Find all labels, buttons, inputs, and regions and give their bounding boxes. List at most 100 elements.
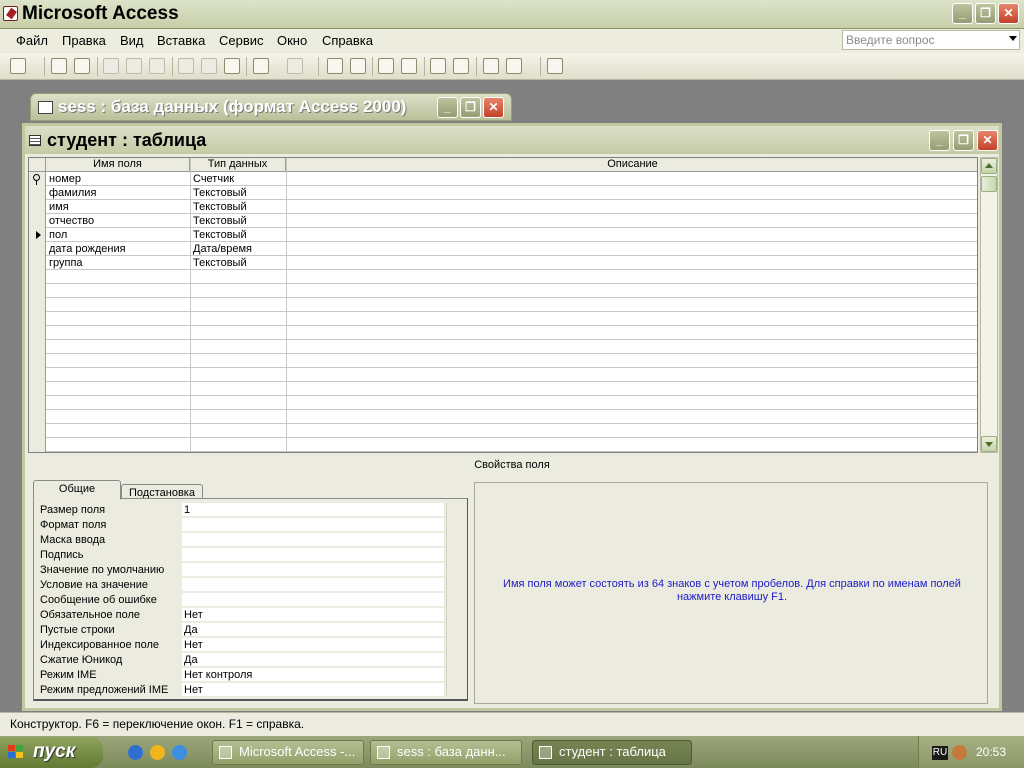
table-row[interactable]: дата рождения Дата/время bbox=[29, 242, 977, 256]
field-name-cell[interactable]: имя bbox=[49, 201, 189, 214]
table-row[interactable]: отчество Текстовый bbox=[29, 214, 977, 228]
row-selector[interactable] bbox=[29, 270, 46, 284]
print-icon[interactable] bbox=[103, 58, 119, 74]
table-row[interactable] bbox=[29, 382, 977, 396]
row-selector[interactable] bbox=[29, 382, 46, 396]
scroll-thumb[interactable] bbox=[981, 176, 997, 192]
property-value-field[interactable]: Нет контроля bbox=[182, 668, 444, 682]
menu-edit[interactable]: Правка bbox=[62, 33, 106, 48]
data-type-cell[interactable]: Текстовый bbox=[193, 229, 285, 242]
property-value-field[interactable] bbox=[182, 578, 444, 592]
property-value-field[interactable]: Нет bbox=[182, 638, 444, 652]
internet-explorer-icon[interactable] bbox=[128, 745, 143, 760]
table-row[interactable] bbox=[29, 270, 977, 284]
row-selector[interactable] bbox=[29, 368, 46, 382]
property-value-field[interactable]: Нет bbox=[182, 683, 444, 697]
db-restore-button[interactable]: ❐ bbox=[460, 97, 481, 118]
data-type-cell[interactable]: Дата/время bbox=[193, 243, 285, 256]
property-value-field[interactable]: Да bbox=[182, 653, 444, 667]
column-header-data-type[interactable]: Тип данных bbox=[190, 158, 286, 172]
property-value-field[interactable]: 1 bbox=[182, 503, 444, 517]
property-value-field[interactable]: Да bbox=[182, 623, 444, 637]
menu-file[interactable]: Файл bbox=[16, 33, 48, 48]
field-name-cell[interactable]: группа bbox=[49, 257, 189, 270]
paste-icon[interactable] bbox=[224, 58, 240, 74]
access-key-icon[interactable] bbox=[3, 6, 18, 21]
row-selector[interactable] bbox=[29, 242, 46, 256]
app-minimize-button[interactable]: _ bbox=[952, 3, 973, 24]
chevron-down-icon[interactable] bbox=[1009, 36, 1017, 41]
table-row[interactable]: номер Счетчик bbox=[29, 172, 977, 186]
primary-key-icon[interactable] bbox=[327, 58, 343, 74]
table-row[interactable] bbox=[29, 368, 977, 382]
data-type-cell[interactable]: Текстовый bbox=[193, 215, 285, 228]
table-row[interactable]: пол Текстовый bbox=[29, 228, 977, 242]
column-header-field-name[interactable]: Имя поля bbox=[46, 158, 190, 172]
help-icon[interactable] bbox=[547, 58, 563, 74]
property-value-field[interactable] bbox=[182, 563, 444, 577]
column-header-description[interactable]: Описание bbox=[286, 158, 977, 172]
table-row[interactable] bbox=[29, 284, 977, 298]
table-row[interactable]: имя Текстовый bbox=[29, 200, 977, 214]
field-name-cell[interactable]: дата рождения bbox=[49, 243, 189, 256]
print-preview-icon[interactable] bbox=[126, 58, 142, 74]
table-row[interactable] bbox=[29, 396, 977, 410]
row-selector[interactable] bbox=[29, 326, 46, 340]
field-name-cell[interactable]: отчество bbox=[49, 215, 189, 228]
redo-icon[interactable] bbox=[287, 58, 303, 74]
menu-view[interactable]: Вид bbox=[120, 33, 144, 48]
menu-window[interactable]: Окно bbox=[277, 33, 307, 48]
task-table-window[interactable]: студент : таблица bbox=[532, 740, 692, 765]
row-selector[interactable] bbox=[29, 298, 46, 312]
start-button[interactable]: пуск bbox=[0, 737, 103, 768]
scroll-down-icon[interactable] bbox=[981, 436, 997, 452]
row-selector[interactable] bbox=[29, 312, 46, 326]
view-icon[interactable] bbox=[10, 58, 26, 74]
properties-icon[interactable] bbox=[430, 58, 446, 74]
help-question-input[interactable]: Введите вопрос bbox=[842, 30, 1020, 50]
property-value-field[interactable] bbox=[182, 533, 444, 547]
table-row[interactable] bbox=[29, 340, 977, 354]
row-selector[interactable] bbox=[29, 396, 46, 410]
copy-icon[interactable] bbox=[201, 58, 217, 74]
field-name-cell[interactable]: номер bbox=[49, 173, 189, 186]
media-player-icon[interactable] bbox=[150, 745, 165, 760]
row-selector[interactable] bbox=[29, 284, 46, 298]
table-row[interactable]: группа Текстовый bbox=[29, 256, 977, 270]
table-minimize-button[interactable]: _ bbox=[929, 130, 950, 151]
field-name-cell[interactable]: фамилия bbox=[49, 187, 189, 200]
insert-rows-icon[interactable] bbox=[378, 58, 394, 74]
row-selector[interactable] bbox=[29, 410, 46, 424]
spelling-icon[interactable] bbox=[149, 58, 165, 74]
property-value-field[interactable] bbox=[182, 593, 444, 607]
table-row[interactable]: фамилия Текстовый bbox=[29, 186, 977, 200]
data-type-cell[interactable]: Счетчик bbox=[193, 173, 285, 186]
data-type-cell[interactable]: Текстовый bbox=[193, 257, 285, 270]
row-selector[interactable] bbox=[29, 256, 46, 270]
chevron-left-icon[interactable] bbox=[952, 745, 967, 760]
row-selector[interactable] bbox=[29, 200, 46, 214]
save-icon[interactable] bbox=[51, 58, 67, 74]
database-window[interactable]: sess : база данных (формат Access 2000) … bbox=[30, 93, 512, 121]
db-minimize-button[interactable]: _ bbox=[437, 97, 458, 118]
table-row[interactable] bbox=[29, 312, 977, 326]
delete-rows-icon[interactable] bbox=[401, 58, 417, 74]
indexes-icon[interactable] bbox=[350, 58, 366, 74]
scroll-up-icon[interactable] bbox=[981, 158, 997, 174]
task-database-window[interactable]: sess : база данн... bbox=[370, 740, 522, 765]
database-window-icon[interactable] bbox=[483, 58, 499, 74]
app-close-button[interactable]: ✕ bbox=[998, 3, 1019, 24]
undo-icon[interactable] bbox=[253, 58, 269, 74]
table-maximize-button[interactable]: ❐ bbox=[953, 130, 974, 151]
row-selector[interactable] bbox=[29, 186, 46, 200]
property-value-field[interactable] bbox=[182, 518, 444, 532]
tab-general[interactable]: Общие bbox=[33, 480, 121, 500]
row-selector[interactable] bbox=[29, 214, 46, 228]
task-microsoft-access[interactable]: Microsoft Access -... bbox=[212, 740, 364, 765]
menu-tools[interactable]: Сервис bbox=[219, 33, 264, 48]
table-row[interactable] bbox=[29, 326, 977, 340]
menu-help[interactable]: Справка bbox=[322, 33, 373, 48]
row-selector[interactable] bbox=[29, 354, 46, 368]
table-row[interactable] bbox=[29, 424, 977, 438]
menu-insert[interactable]: Вставка bbox=[157, 33, 205, 48]
